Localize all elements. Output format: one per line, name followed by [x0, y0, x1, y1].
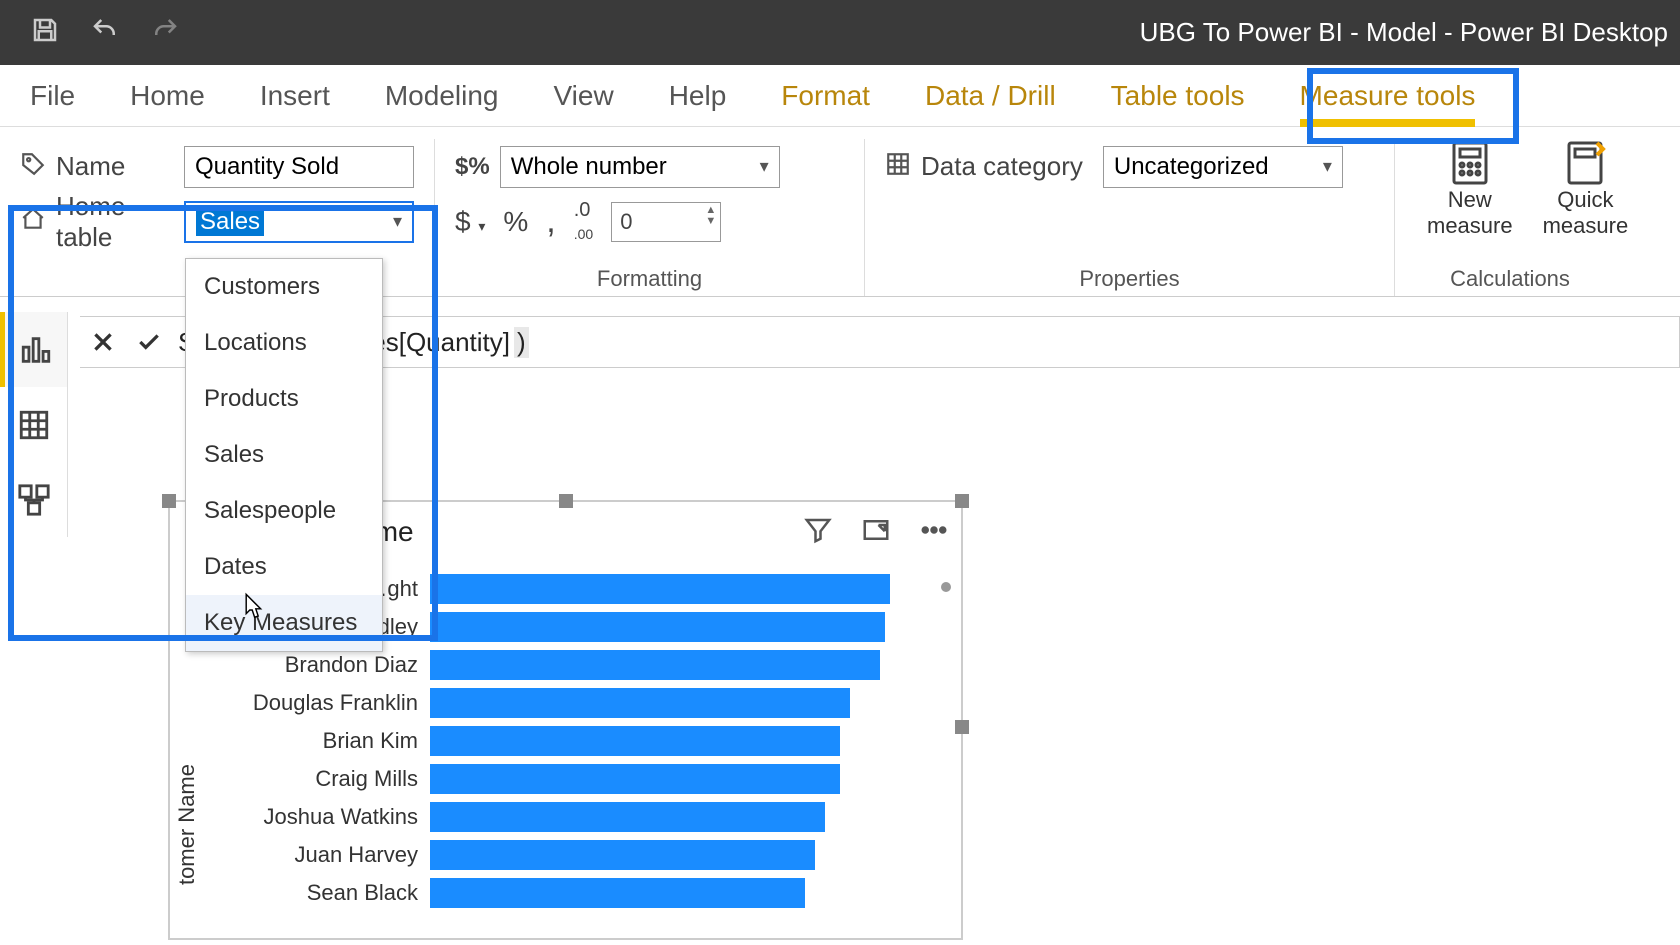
bar-label: Brian Kim — [323, 728, 430, 754]
report-view-button[interactable] — [0, 312, 67, 387]
view-switcher — [0, 312, 68, 537]
bar-row: Juan Harvey — [430, 836, 961, 874]
tab-format[interactable]: Format — [781, 80, 870, 112]
group-label: Calculations — [1395, 266, 1625, 292]
dropdown-item[interactable]: Locations — [186, 315, 382, 371]
undo-icon[interactable] — [90, 15, 120, 50]
dropdown-item[interactable]: Dates — [186, 539, 382, 595]
save-icon[interactable] — [30, 15, 60, 50]
bar[interactable] — [430, 650, 880, 680]
resize-handle[interactable] — [559, 494, 573, 508]
home-table-label: Home table — [56, 191, 174, 253]
focus-mode-icon[interactable] — [861, 515, 891, 550]
redo-icon[interactable] — [150, 15, 180, 50]
bar-row: Brandon Diaz — [430, 646, 961, 684]
bar[interactable] — [430, 688, 850, 718]
resize-handle[interactable] — [955, 494, 969, 508]
tag-icon — [20, 151, 46, 182]
ribbon-group-formatting: $% Whole number ▾ $ ▾ % , .0.00 0 ▲▼ For… — [435, 139, 865, 296]
quick-measure-button[interactable]: Quick measure — [1531, 139, 1641, 239]
dropdown-item[interactable]: Salespeople — [186, 483, 382, 539]
cursor-pointer-icon — [236, 592, 266, 633]
ribbon-tabs: File Home Insert Modeling View Help Form… — [0, 65, 1680, 127]
tab-table-tools[interactable]: Table tools — [1111, 80, 1245, 112]
thousands-button[interactable]: , — [546, 202, 555, 241]
bar[interactable] — [430, 612, 885, 642]
title-bar: UBG To Power BI - Model - Power BI Deskt… — [0, 0, 1680, 65]
more-options-icon[interactable] — [919, 515, 949, 550]
dropdown-item[interactable]: Key Measures — [186, 595, 382, 651]
chevron-down-icon: ▾ — [393, 211, 402, 232]
decimals-input[interactable]: 0 ▲▼ — [611, 202, 721, 242]
tab-insert[interactable]: Insert — [260, 80, 330, 112]
filter-icon[interactable] — [803, 515, 833, 550]
tab-file[interactable]: File — [30, 80, 75, 112]
cancel-formula-button[interactable] — [80, 319, 126, 365]
category-label: Data category — [921, 151, 1083, 182]
name-label: Name — [56, 151, 125, 182]
bar[interactable] — [430, 840, 815, 870]
dropdown-item[interactable]: Products — [186, 371, 382, 427]
tab-view[interactable]: View — [554, 80, 614, 112]
home-table-select[interactable]: Sales ▾ — [184, 201, 414, 243]
bar[interactable] — [430, 802, 825, 832]
bar-label: Craig Mills — [315, 766, 430, 792]
decimals-icon[interactable]: .0.00 — [574, 199, 593, 245]
bar-row: …ght — [430, 570, 961, 608]
bar-label: Brandon Diaz — [285, 652, 430, 678]
bar[interactable] — [430, 878, 805, 908]
group-label: Formatting — [435, 266, 864, 292]
chevron-down-icon: ▾ — [1323, 156, 1332, 177]
home-table-dropdown: Customers Locations Products Sales Sales… — [185, 258, 383, 652]
tab-data-drill[interactable]: Data / Drill — [925, 80, 1056, 112]
new-measure-button[interactable]: New measure — [1415, 139, 1525, 239]
bar-row: Douglas Franklin — [430, 684, 961, 722]
ribbon-group-calculations: New measure Quick measure Calculations — [1395, 139, 1625, 296]
chevron-down-icon: ▾ — [760, 156, 769, 177]
tab-home[interactable]: Home — [130, 80, 205, 112]
bar-row: Craig Mills — [430, 760, 961, 798]
tab-modeling[interactable]: Modeling — [385, 80, 499, 112]
bar[interactable] — [430, 574, 890, 604]
percent-button[interactable]: % — [503, 206, 528, 238]
spinner-icon[interactable]: ▲▼ — [705, 205, 716, 227]
resize-handle[interactable] — [162, 494, 176, 508]
home-icon — [20, 206, 46, 237]
bar[interactable] — [430, 726, 840, 756]
bar-label: Douglas Franklin — [253, 690, 430, 716]
dropdown-item[interactable]: Customers — [186, 259, 382, 315]
group-label: Properties — [865, 266, 1394, 292]
bar-label: Juan Harvey — [294, 842, 430, 868]
bar-row: Joshua Watkins — [430, 798, 961, 836]
window-title: UBG To Power BI - Model - Power BI Deskt… — [1140, 17, 1680, 48]
dropdown-item[interactable]: Sales — [186, 427, 382, 483]
format-icon: $% — [455, 153, 490, 181]
tab-help[interactable]: Help — [669, 80, 727, 112]
measure-name-input[interactable]: Quantity Sold — [184, 146, 414, 188]
data-view-button[interactable] — [0, 387, 67, 462]
currency-button[interactable]: $ ▾ — [455, 206, 485, 238]
bar[interactable] — [430, 764, 840, 794]
tab-measure-tools[interactable]: Measure tools — [1300, 80, 1476, 112]
category-icon — [885, 151, 911, 182]
bar-label: Sean Black — [307, 880, 430, 906]
bar-label: Joshua Watkins — [264, 804, 430, 830]
bar-row: Ronald Bradley — [430, 608, 961, 646]
model-view-button[interactable] — [0, 462, 67, 537]
bar-row: Sean Black — [430, 874, 961, 912]
ribbon-group-properties: Data category Uncategorized ▾ Properties — [865, 139, 1395, 296]
bar-row: Brian Kim — [430, 722, 961, 760]
format-select[interactable]: Whole number ▾ — [500, 146, 780, 188]
data-category-select[interactable]: Uncategorized ▾ — [1103, 146, 1343, 188]
accept-formula-button[interactable] — [126, 319, 172, 365]
